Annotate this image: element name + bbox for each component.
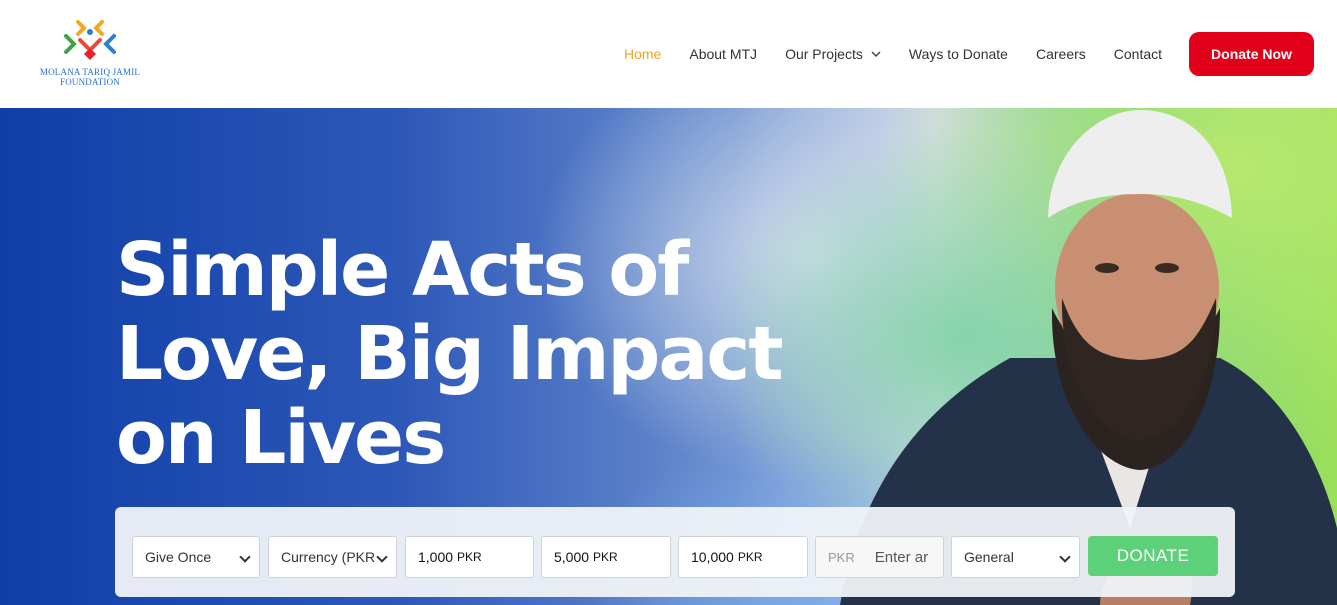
amount-option-5000[interactable]: 5,000 PKR <box>541 536 671 578</box>
chevron-down-icon <box>871 51 881 58</box>
hero-headline-line1: Simple Acts of <box>116 227 689 313</box>
hero-headline-line2: Love, Big Impact <box>116 311 784 397</box>
amount-option-10000[interactable]: 10,000 PKR <box>678 536 808 578</box>
custom-amount-placeholder: Enter ar <box>874 548 929 566</box>
nav-ways-to-donate[interactable]: Ways to Donate <box>909 46 1008 62</box>
nav-home[interactable]: Home <box>624 46 661 62</box>
amount-option-1000[interactable]: 1,000 PKR <box>405 536 534 578</box>
quick-donation-form: Give Once Currency (PKR 1,000 PKR 5,000 … <box>115 507 1235 597</box>
custom-amount-prefix: PKR <box>828 549 855 565</box>
mtj-foundation-logo-icon <box>64 20 116 60</box>
nav-careers[interactable]: Careers <box>1036 46 1086 62</box>
nav-about-mtj[interactable]: About MTJ <box>689 46 757 62</box>
custom-amount-input[interactable]: PKR Enter ar <box>815 536 944 578</box>
hero-headline-line3: on Lives <box>116 395 446 481</box>
fund-select[interactable]: General <box>951 536 1080 578</box>
currency-select[interactable]: Currency (PKR <box>268 536 397 578</box>
amount-value: 5,000 <box>554 549 590 565</box>
amount-value: 10,000 <box>691 549 734 565</box>
main-nav: Home About MTJ Our Projects Ways to Dona… <box>610 0 1176 108</box>
logo-wordmark: MOLANA TARIQ JAMIL FOUNDATION <box>38 67 142 87</box>
logo-text-line2: FOUNDATION <box>60 77 120 87</box>
amount-value: 1,000 <box>418 549 454 565</box>
hero-banner: Simple Acts of Love, Big Impact on Lives… <box>0 108 1337 605</box>
nav-our-projects-label: Our Projects <box>785 46 863 62</box>
hero-headline: Simple Acts of Love, Big Impact on Lives <box>116 228 836 480</box>
amount-currency: PKR <box>593 550 618 564</box>
amount-currency: PKR <box>737 550 763 564</box>
frequency-select[interactable]: Give Once <box>132 536 260 578</box>
site-header: MOLANA TARIQ JAMIL FOUNDATION Home About… <box>0 0 1337 108</box>
donate-submit-button[interactable]: DONATE <box>1088 536 1218 576</box>
site-logo[interactable]: MOLANA TARIQ JAMIL FOUNDATION <box>38 18 142 88</box>
nav-contact[interactable]: Contact <box>1114 46 1162 62</box>
logo-text-line1: MOLANA TARIQ JAMIL <box>39 67 141 77</box>
amount-currency: PKR <box>457 550 482 564</box>
nav-our-projects[interactable]: Our Projects <box>785 46 881 62</box>
donate-now-button[interactable]: Donate Now <box>1189 32 1314 76</box>
